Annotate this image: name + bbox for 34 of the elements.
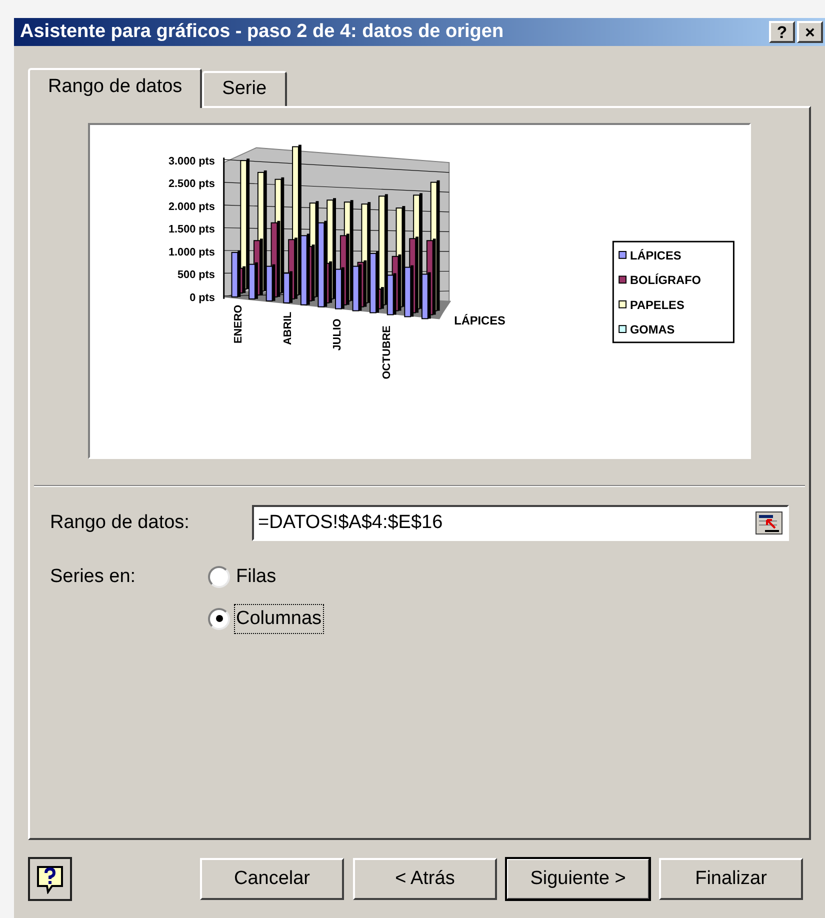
help-button[interactable]	[28, 857, 72, 901]
legend-label: GOMAS	[630, 322, 675, 336]
axis-tick-label: 1.500 pts	[168, 224, 215, 236]
range-field[interactable]: =DATOS!$A$4:$E$16	[252, 505, 789, 541]
radio-button[interactable]	[208, 566, 230, 588]
legend-label: PAPELES	[630, 298, 684, 312]
dialog-button[interactable]: Cancelar	[200, 858, 344, 900]
radio-option[interactable]: Filas	[208, 563, 324, 592]
help-button[interactable]: ?	[769, 21, 795, 43]
axis-tick-label: 1.000 pts	[168, 246, 215, 258]
axis-tick-label: 0 pts	[190, 292, 215, 304]
radio-button[interactable]	[208, 608, 230, 630]
legend-label: BOLÍGRAFO	[630, 273, 702, 288]
help-balloon-icon	[35, 864, 65, 894]
close-button[interactable]: ×	[797, 21, 823, 43]
field-label: Series en:	[50, 565, 137, 589]
category-label: OCTUBRE	[380, 326, 393, 380]
category-label: JULIO	[331, 318, 344, 351]
tab[interactable]: Rango de datos	[28, 68, 202, 108]
dialog-button[interactable]: < Atrás	[353, 858, 497, 900]
axis-tick-label: 3.000 pts	[168, 156, 215, 168]
tab[interactable]: Serie	[202, 71, 287, 106]
axis-tick-label: 2.500 pts	[168, 178, 215, 190]
dialog-button[interactable]: Finalizar	[659, 858, 803, 900]
window-title: Asistente para gráficos - paso 2 de 4: datos de origen	[20, 20, 505, 44]
category-label: ENERO	[232, 304, 245, 344]
category-label: ABRIL	[282, 312, 294, 345]
collapse-dialog-icon[interactable]	[755, 511, 783, 535]
dialog-button[interactable]: Siguiente >	[506, 858, 650, 900]
axis-tick-label: 2.000 pts	[168, 200, 215, 213]
series-axis-label: LÁPICES	[454, 314, 506, 328]
legend-label: LÁPICES	[630, 248, 682, 262]
axis-tick-label: 500 pts	[178, 269, 215, 282]
field-label: Rango de datos:	[50, 510, 190, 535]
